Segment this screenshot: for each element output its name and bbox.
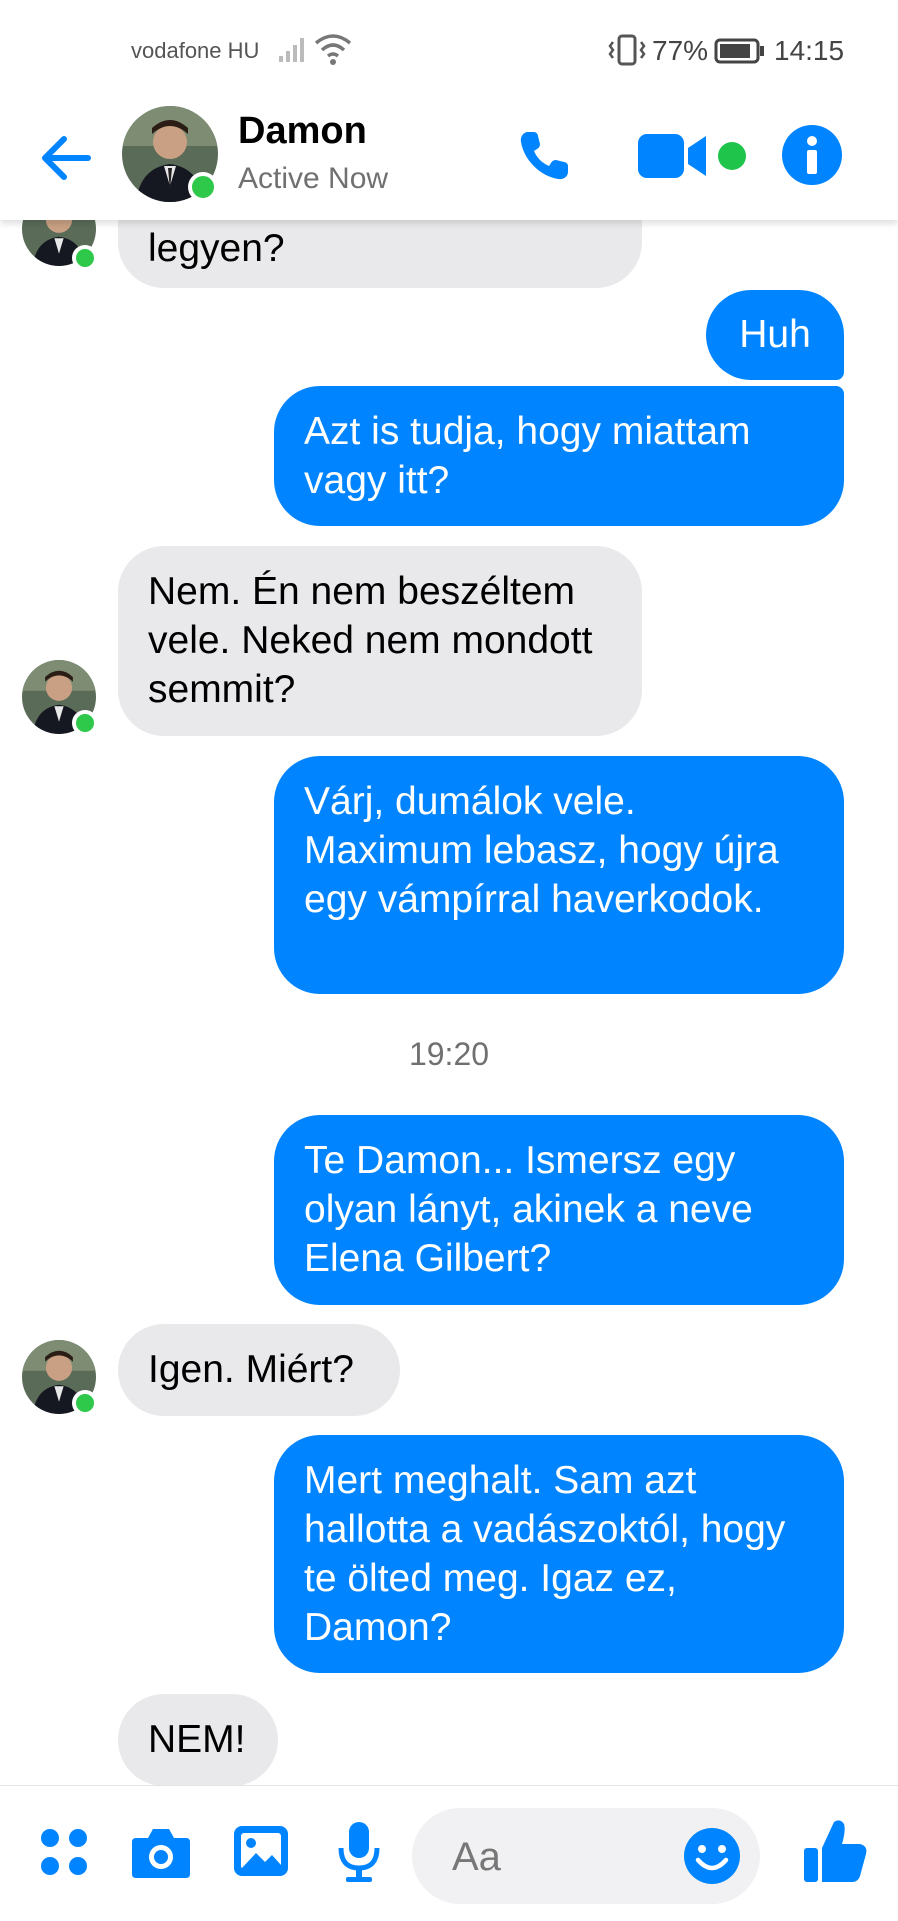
image-icon[interactable]: [232, 1822, 290, 1880]
online-indicator: [188, 172, 218, 202]
message-bubble-outgoing[interactable]: Te Damon... Ismersz egy olyan lányt, aki…: [274, 1115, 844, 1305]
conversation-header: Damon Active Now: [0, 100, 898, 220]
info-icon[interactable]: [782, 125, 842, 185]
message-bubble-incoming[interactable]: NEM!: [118, 1694, 278, 1785]
message-text: Azt is tudja, hogy miattam vagy itt?: [304, 410, 751, 502]
active-status: Active Now: [238, 162, 389, 195]
message-text: NEM!: [148, 1718, 246, 1761]
microphone-icon[interactable]: [336, 1820, 382, 1884]
online-indicator: [72, 245, 98, 271]
message-bubble-outgoing[interactable]: Azt is tudja, hogy miattam vagy itt?: [274, 386, 844, 526]
message-text: Te Damon... Ismersz egy olyan lányt, aki…: [304, 1139, 753, 1280]
message-bubble-incoming[interactable]: Igen. Miért?: [118, 1324, 400, 1416]
clock: 14:15: [774, 35, 845, 66]
online-indicator: [72, 1390, 98, 1416]
timestamp: 19:20: [408, 1036, 490, 1072]
camera-icon[interactable]: [130, 1824, 192, 1880]
message-text: Igen. Miért?: [148, 1348, 354, 1391]
message-bubble-incoming[interactable]: legyen?: [118, 220, 642, 288]
message-bubble-outgoing[interactable]: Huh: [706, 290, 844, 380]
message-list[interactable]: legyen? Huh Azt is tudja, hogy miattam v…: [0, 220, 898, 1785]
composer-bar: [0, 1785, 898, 1921]
message-bubble-incoming[interactable]: Nem. Én nem beszéltem vele. Neked nem mo…: [118, 546, 642, 736]
vibrate-icon: [608, 34, 646, 66]
message-bubble-outgoing[interactable]: Mert meghalt. Sam azt hallotta a vadászo…: [274, 1435, 844, 1673]
online-indicator: [72, 710, 98, 736]
video-camera-icon[interactable]: [636, 130, 708, 182]
emoji-icon[interactable]: [682, 1826, 742, 1886]
message-text: legyen?: [148, 227, 285, 270]
back-arrow-icon[interactable]: [36, 128, 96, 188]
message-text: Huh: [739, 313, 811, 356]
contact-name[interactable]: Damon: [238, 110, 367, 153]
video-active-dot: [718, 142, 746, 170]
message-bubble-outgoing[interactable]: Várj, dumálok vele. Maximum lebasz, hogy…: [274, 756, 844, 994]
message-text: Nem. Én nem beszéltem vele. Neked nem mo…: [148, 570, 593, 711]
message-text: Mert meghalt. Sam azt hallotta a vadászo…: [304, 1459, 786, 1649]
apps-icon[interactable]: [38, 1826, 90, 1878]
message-composer[interactable]: [412, 1808, 760, 1904]
wifi-icon: [314, 34, 352, 65]
battery-percent: 77%: [652, 35, 709, 66]
phone-icon[interactable]: [514, 126, 574, 186]
battery-icon: [714, 38, 764, 64]
message-input[interactable]: [450, 1834, 674, 1880]
thumbs-up-icon[interactable]: [800, 1816, 870, 1886]
signal-icon: [279, 38, 304, 62]
carrier-label: vodafone HU: [131, 38, 260, 63]
message-text: Várj, dumálok vele. Maximum lebasz, hogy…: [304, 780, 779, 921]
info-glyph: [807, 136, 817, 174]
status-bar: vodafone HU 77% 14:15: [0, 0, 898, 100]
